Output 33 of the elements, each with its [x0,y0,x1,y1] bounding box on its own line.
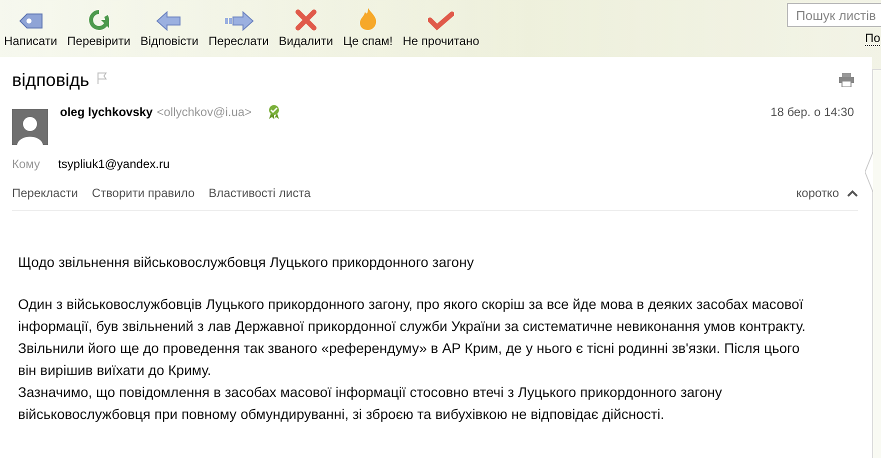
checkmark-icon [428,11,454,31]
recipient-email: tsypliuk1@yandex.ru [58,157,170,171]
toolbar-button[interactable]: Написати [0,4,62,48]
avatar-icon [12,109,48,145]
verified-badge-icon [268,105,280,119]
search-field[interactable]: Пошук листів [787,3,881,27]
toolbar-button[interactable]: Переслати [204,4,273,48]
message-paragraph: Щодо звільнення військовослужбовця Луцького прикордонного загону [18,253,475,272]
right-arrow-icon [224,11,254,31]
flag-icon[interactable] [97,72,108,84]
message-date: 18 бер. о 14:30 [770,105,854,119]
refresh-icon [86,9,111,31]
message-action-link[interactable]: Перекласти [12,186,78,200]
message-paragraph: Один з військовослужбовців Луцького прикордонного загону, про якого скоріш за все йде мова в деяких засобах масової інформації, був звільнений з лав Державної прикордонної служби України за систематичне невиконання умов контракту. Звільнили його ще до проведення так званого «референдуму» в АР Крим, де у нього є тісні родинні зв'язки. Після цього він вирішив виїхати до Криму. Зазначимо, що повідомлення в засобах масової інформації стосовно втечі з Луцького прикордонного загону військовослужбовця при повному обмундируванні, зі зброєю та вибухівкою не відповідає дійсності. [18,295,806,424]
message-subject: відповідь [12,70,90,90]
pen-icon [18,11,44,31]
flame-icon [358,7,378,31]
toolbar-button[interactable]: Перевірити [63,4,134,48]
printer-icon[interactable] [839,73,854,87]
recipient-label: Кому [12,157,40,171]
toolbar-button[interactable]: Відповісти [136,4,203,48]
close-icon [294,9,317,31]
toolbar-button[interactable]: Видалити [274,4,338,48]
message-action-link[interactable]: Властивості листа [208,186,311,200]
toolbar-button[interactable]: Не прочитано [398,4,484,48]
message-action-link[interactable]: Створити правило [92,186,195,200]
sender-email: <ollychkov@i.ua> [156,105,252,119]
toolbar-button[interactable]: Це спам! [339,4,397,48]
search-link[interactable]: По [865,31,880,46]
sender-name: oleg lychkovsky [60,105,153,119]
collapse-link[interactable]: коротко [796,186,839,200]
chevron-up-icon[interactable] [847,190,858,196]
left-arrow-icon [156,11,182,31]
